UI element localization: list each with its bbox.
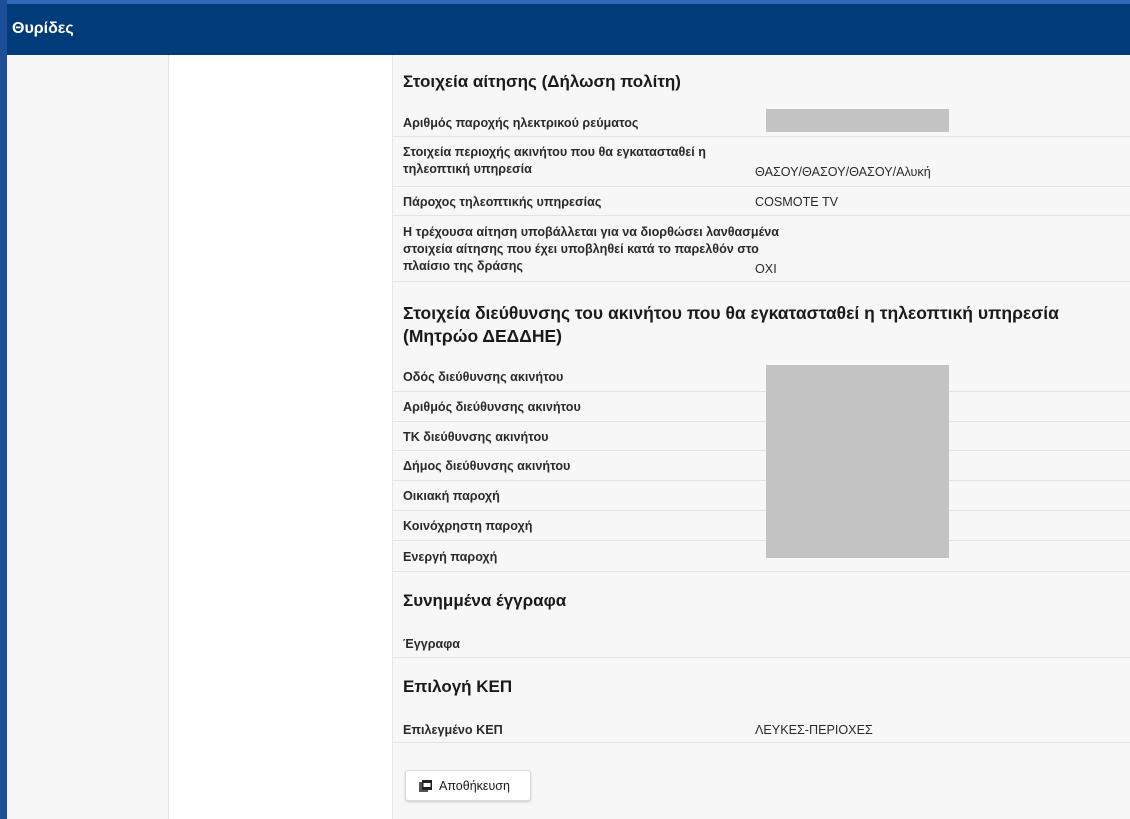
row-value: ΛΕΥΚΕΣ-ΠΕΡΙΟΧΕΣ <box>755 723 873 737</box>
row-label: Κοινόχρηστη παροχή <box>403 519 533 533</box>
detail-row-residential-supply: Οικιακή παροχή <box>393 481 1130 511</box>
row-label: Έγγραφα <box>403 637 461 651</box>
detail-row-postal-code: ΤΚ διεύθυνσης ακινήτου <box>393 422 1130 451</box>
row-value: COSMOTE TV <box>755 195 839 209</box>
row-value: ΟΧΙ <box>755 262 777 276</box>
detail-row-street-number: Αριθμός διεύθυνσης ακινήτου <box>393 392 1130 422</box>
row-label: Αριθμός παροχής ηλεκτρικού ρεύματος <box>403 116 639 130</box>
detail-row-tv-provider: Πάροχος τηλεοπτικής υπηρεσίας COSMOTE TV <box>393 187 1130 216</box>
detail-row-street: Οδός διεύθυνσης ακινήτου <box>393 362 1130 392</box>
row-label: Οδός διεύθυνσης ακινήτου <box>403 370 564 384</box>
detail-row-selected-kep: Επιλεγμένο ΚΕΠ ΛΕΥΚΕΣ-ΠΕΡΙΟΧΕΣ <box>393 713 1130 743</box>
row-label: Αριθμός διεύθυνσης ακινήτου <box>403 400 581 414</box>
row-label: Οικιακή παροχή <box>403 489 500 503</box>
row-label: Δήμος διεύθυνσης ακινήτου <box>403 459 571 473</box>
row-label: Στοιχεία περιοχής ακινήτου που θα εγκατα… <box>403 145 706 176</box>
row-label: Πάροχος τηλεοπτικής υπηρεσίας <box>403 195 602 209</box>
left-frame-border <box>0 0 7 819</box>
section-title-application: Στοιχεία αίτησης (Δήλωση πολίτη) <box>403 72 681 91</box>
top-header-bar: Θυρίδες <box>0 0 1130 55</box>
row-label: Η τρέχουσα αίτηση υποβάλλεται για να διο… <box>403 225 779 273</box>
row-label: Επιλεγμένο ΚΕΠ <box>403 723 503 737</box>
row-label: ΤΚ διεύθυνσης ακινήτου <box>403 430 549 444</box>
row-label: Ενεργή παροχή <box>403 550 498 564</box>
save-button-label: Αποθήκευση <box>439 779 510 793</box>
left-sidebar <box>7 55 169 819</box>
section-title-address: Στοιχεία διεύθυνσης του ακινήτου που θα … <box>403 303 1059 346</box>
section-title-attachments: Συνημμένα έγγραφα <box>403 591 567 610</box>
app-window: Θυρίδες Στοιχεία αίτησης (Δήλωση πολίτη)… <box>0 0 1130 819</box>
row-value: ΘΑΣΟΥ/ΘΑΣΟΥ/ΘΑΣΟΥ/Αλυκή <box>755 165 931 179</box>
middle-panel <box>169 55 393 819</box>
section-title-kep: Επιλογή ΚΕΠ <box>403 677 513 696</box>
detail-row-documents: Έγγραφα <box>393 626 1130 658</box>
detail-row-correction-request: Η τρέχουσα αίτηση υποβάλλεται για να διο… <box>393 216 1130 282</box>
redacted-value <box>766 109 949 132</box>
header-title: Θυρίδες <box>12 20 74 37</box>
redacted-address-values <box>766 365 949 558</box>
application-details-panel: Στοιχεία αίτησης (Δήλωση πολίτη) Αριθμός… <box>393 55 1130 819</box>
pdf-file-icon <box>419 780 432 792</box>
detail-row-property-area: Στοιχεία περιοχής ακινήτου που θα εγκατα… <box>393 137 1130 187</box>
detail-row-active-supply: Ενεργή παροχή <box>393 541 1130 572</box>
detail-row-shared-supply: Κοινόχρηστη παροχή <box>393 511 1130 541</box>
detail-row-municipality: Δήμος διεύθυνσης ακινήτου <box>393 451 1130 481</box>
save-pdf-button[interactable]: Αποθήκευση <box>405 770 531 801</box>
detail-row-power-supply-number: Αριθμός παροχής ηλεκτρικού ρεύματος <box>393 105 1130 137</box>
